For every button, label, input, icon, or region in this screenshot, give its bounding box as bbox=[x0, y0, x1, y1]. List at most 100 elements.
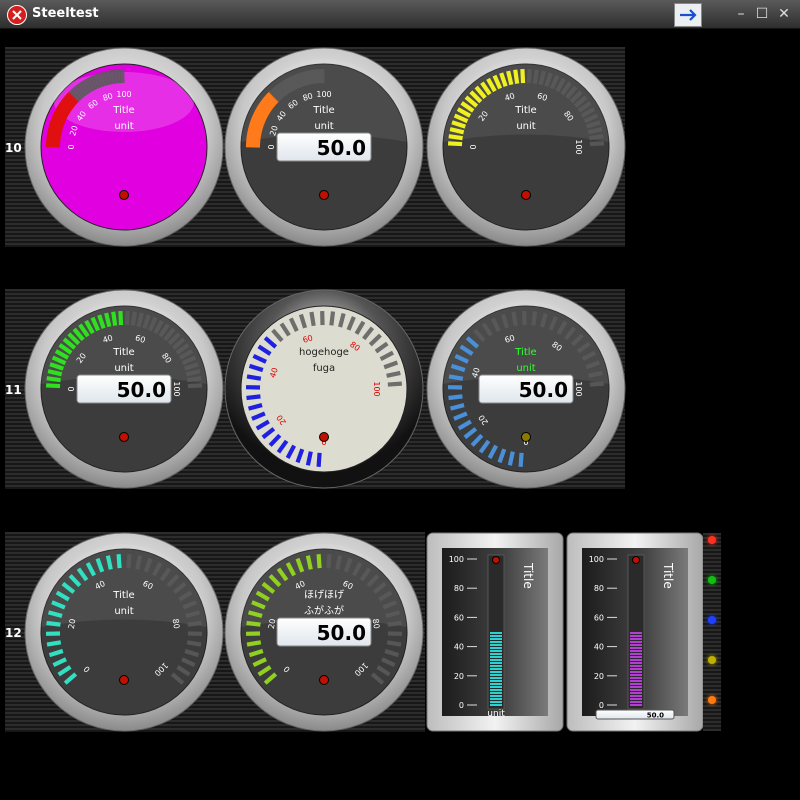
bargraph-tick-label: 40 bbox=[594, 643, 604, 652]
bargraph-tick-label: 60 bbox=[454, 613, 464, 622]
bargraph-title: Title bbox=[521, 562, 535, 589]
linear-bargraph: 0 20 40 60 80 100 Title unit bbox=[426, 532, 564, 732]
gauge-bar-segment bbox=[246, 139, 261, 145]
radial-gauge: 02040 6080100ほげほげふがふが50.0 bbox=[224, 532, 424, 732]
gauge-led bbox=[319, 675, 329, 685]
gauge-bar-segment bbox=[312, 69, 319, 84]
gauge-tick-label: 100 bbox=[574, 139, 583, 154]
bargraph-title: Title bbox=[661, 562, 675, 589]
gauge-bar-segment bbox=[111, 311, 118, 326]
gauge-bar-segment bbox=[186, 640, 202, 647]
gauge-bar-segment bbox=[511, 311, 518, 327]
gauge-unit: unit bbox=[516, 121, 535, 132]
gauge-bar-segment bbox=[246, 620, 261, 627]
gauge-tick-label: 0 bbox=[67, 144, 76, 149]
status-led bbox=[708, 536, 716, 544]
bargraph-tick-label: 0 bbox=[599, 701, 604, 710]
gauge-tick-label: 80 bbox=[171, 618, 181, 629]
status-led bbox=[708, 616, 716, 624]
gauge-lcd-value: 50.0 bbox=[317, 136, 366, 160]
gauge-lcd-value: 50.0 bbox=[117, 378, 166, 402]
gauge-bar-segment bbox=[531, 311, 538, 326]
gauge-bar-segment bbox=[124, 310, 130, 326]
gauge-tick-label: 100 bbox=[372, 381, 381, 396]
led-strip bbox=[703, 533, 721, 731]
gauge-led bbox=[119, 675, 129, 685]
radial-gauge: 020406080100Titleunit bbox=[24, 47, 224, 247]
gauge-bar-segment bbox=[589, 141, 605, 147]
bargraph-tick-label: 100 bbox=[589, 555, 604, 564]
gauge-tick-label: 100 bbox=[116, 90, 131, 99]
gauge-bar-segment bbox=[532, 69, 539, 84]
gauge-lcd-value: 50.0 bbox=[317, 621, 366, 645]
gauge-tick-label: 100 bbox=[316, 90, 331, 99]
gauge-tick-label: 20 bbox=[267, 618, 277, 629]
gauge-title: hogehoge bbox=[299, 347, 349, 358]
gauge-bar-segment bbox=[305, 451, 313, 466]
gauge-title: Title bbox=[112, 347, 134, 358]
bargraph-tick-label: 0 bbox=[459, 701, 464, 710]
gauge-bar-segment bbox=[329, 311, 336, 326]
gauge-bar-segment bbox=[386, 370, 401, 378]
gauge-bar-segment bbox=[507, 451, 515, 466]
gauge-bar-segment bbox=[526, 68, 532, 84]
gauge-tick-label: 80 bbox=[371, 618, 381, 629]
gauge-bar-segment bbox=[447, 141, 463, 147]
gauge-bar-segment bbox=[518, 452, 524, 467]
gauge-bar-segment bbox=[45, 383, 61, 389]
gauge-led bbox=[119, 190, 129, 200]
gauge-bar-segment bbox=[112, 69, 119, 84]
gauge-led bbox=[319, 432, 329, 442]
gauge-bar-segment bbox=[387, 381, 402, 387]
gauge-bar-segment bbox=[116, 69, 122, 84]
radial-gauge: 020406080100Titleunit50.0 bbox=[224, 47, 424, 247]
gauge-lcd-value: 50.0 bbox=[519, 378, 568, 402]
status-led bbox=[708, 576, 716, 584]
gauge-bar-segment bbox=[448, 134, 463, 141]
gauge-title: Title bbox=[112, 105, 134, 116]
gauge-bar-segment bbox=[335, 555, 343, 570]
gauge-title: ほげほげ bbox=[304, 589, 344, 601]
gauge-bar-segment bbox=[246, 640, 262, 647]
gauge-bar-segment bbox=[316, 452, 322, 467]
gauge-title: Title bbox=[312, 105, 334, 116]
gauge-title: Title bbox=[514, 105, 536, 116]
gauge-face bbox=[240, 305, 408, 473]
gauge-led bbox=[521, 432, 531, 442]
gauge-unit: unit bbox=[114, 606, 133, 617]
gauge-bar-segment bbox=[246, 394, 261, 401]
gauge-led bbox=[319, 190, 329, 200]
gauge-bar-segment bbox=[187, 376, 202, 383]
gauge-bar-segment bbox=[588, 370, 603, 378]
bargraph-tick-label: 20 bbox=[454, 672, 464, 681]
gauge-led bbox=[521, 190, 531, 200]
gauge-bar-segment bbox=[448, 394, 463, 401]
bargraph-tick-label: 20 bbox=[594, 672, 604, 681]
bargraph-tick-label: 40 bbox=[454, 643, 464, 652]
gauge-bar-segment bbox=[316, 69, 322, 84]
gauge-unit: unit bbox=[516, 363, 535, 374]
status-led bbox=[708, 656, 716, 664]
bargraph-lcd-value: 50.0 bbox=[647, 712, 664, 720]
radial-gauge: 020406080100Titleunit50.0 bbox=[24, 289, 224, 489]
bargraph-tick-label: 100 bbox=[449, 555, 464, 564]
gauge-panel: 0 20 40 60 80 100 Title unit 0 20 40 60 80 100 Title un… bbox=[24, 47, 704, 732]
gauge-unit: unit bbox=[114, 363, 133, 374]
gauge-bar-segment bbox=[118, 310, 124, 326]
bargraph-tick-label: 80 bbox=[594, 584, 604, 593]
radial-gauge: 020406080100hogehogefuga bbox=[224, 289, 424, 489]
gauge-bar-segment bbox=[589, 381, 604, 387]
gauge-tick-label: 0 bbox=[469, 144, 478, 149]
gauge-bar-segment bbox=[46, 640, 62, 647]
gauge-led bbox=[119, 432, 129, 442]
gauge-bar-segment bbox=[126, 554, 132, 569]
radial-gauge: 020406080100Titleunit bbox=[426, 47, 626, 247]
gauge-bar-segment bbox=[386, 640, 402, 647]
gauge-bar-segment bbox=[187, 620, 202, 627]
bargraph-tick-label: 60 bbox=[594, 613, 604, 622]
gauge-bar-segment bbox=[387, 620, 402, 627]
gauge-bar-segment bbox=[305, 555, 313, 570]
bargraph-unit: unit bbox=[487, 709, 505, 719]
radial-gauge: 020406080100Titleunit50.0 bbox=[426, 289, 626, 489]
gauge-unit: unit bbox=[114, 121, 133, 132]
